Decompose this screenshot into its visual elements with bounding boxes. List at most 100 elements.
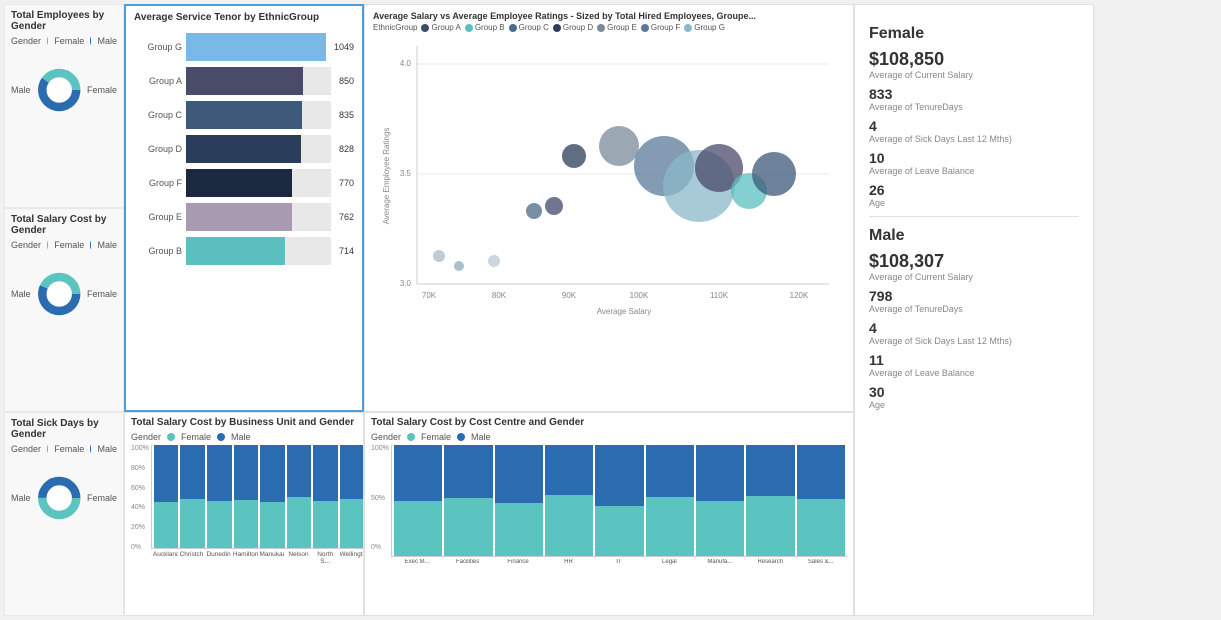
bu-bar-0-male <box>154 445 179 502</box>
bar-fill-groupg <box>186 33 326 61</box>
donut-svg-2 <box>35 254 83 334</box>
bar-label-groupd: Group D <box>134 144 182 154</box>
male-tenure-label: Average of TenureDays <box>869 304 1079 314</box>
cc-y-0: 0% <box>371 544 389 551</box>
bu-x-labels: Auckland Christch... Dunedin Hamilton Ma… <box>151 551 364 565</box>
total-employees-gender-panel: Total Employees by Gender Gender Female … <box>4 4 124 208</box>
male-dot <box>90 37 91 45</box>
bar-label-groupg: Group G <box>134 42 182 52</box>
salary-bu-title: Total Salary Cost by Business Unit and G… <box>131 417 357 428</box>
male-leave-label: Average of Leave Balance <box>869 368 1079 378</box>
male-leave-value: 11 <box>869 352 1079 368</box>
male-section-title: Male <box>869 227 1079 245</box>
female-leave-value: 10 <box>869 150 1079 166</box>
cc-bar-1-female <box>444 498 492 556</box>
bar-fill-groupa <box>186 67 303 95</box>
donut-chart-1: Male Female <box>11 50 117 130</box>
total-salary-legend: Gender Female Male <box>11 240 117 250</box>
cc-bar-3-female <box>545 495 593 556</box>
bu-bar-6-female <box>313 501 338 548</box>
total-sick-days-panel: Total Sick Days by Gender Gender Female … <box>4 412 124 616</box>
total-salary-gender-panel: Total Salary Cost by Gender Gender Femal… <box>4 208 124 412</box>
bar-row-groupe: Group E 762 <box>134 203 354 231</box>
bar-chart-area: Group G 1049 Group A 850 Group C 835 <box>134 33 354 265</box>
bu-x-5: Nelson <box>286 551 311 565</box>
total-employees-legend: Gender Female Male <box>11 36 117 46</box>
cc-bar-1 <box>444 445 492 556</box>
cc-bar-6 <box>696 445 744 556</box>
sick-days-legend: Gender Female Male <box>11 444 117 454</box>
bar-label-groupb: Group B <box>134 246 182 256</box>
bar-row-groupg: Group G 1049 <box>134 33 354 61</box>
male-age-value: 30 <box>869 384 1079 400</box>
groupe-text: Group E <box>607 23 637 32</box>
y-100: 100% <box>131 445 149 452</box>
bar-track-groupg <box>186 33 326 61</box>
bar-value-groupa: 850 <box>339 76 354 86</box>
bar-row-groupb: Group B 714 <box>134 237 354 265</box>
avg-service-tenor-title: Average Service Tenor by EthnicGroup <box>134 12 354 23</box>
bar-label-groupa: Group A <box>134 76 182 86</box>
y-0: 0% <box>131 544 149 551</box>
salary-cost-business-unit-panel: Total Salary Cost by Business Unit and G… <box>124 412 364 616</box>
bu-bar-1 <box>180 445 205 548</box>
cc-female-label: Female <box>421 432 451 442</box>
y-40: 40% <box>131 504 149 511</box>
cc-x-7: Research <box>746 559 794 565</box>
y-axis-label: Average Employee Ratings <box>382 128 391 225</box>
bu-bar-2-male <box>207 445 232 501</box>
salary-male-donut-label: Male <box>11 289 31 299</box>
cc-bar-8-female <box>797 499 845 556</box>
bu-male-dot <box>217 433 225 441</box>
cc-bar-4-female <box>595 506 643 556</box>
groupf-text: Group F <box>651 23 680 32</box>
bu-x-6: North S... <box>313 551 338 565</box>
donut-chart-2: Male Female <box>11 254 117 334</box>
female-section-title: Female <box>869 25 1079 43</box>
scatter-legend-groupc: Group C <box>509 23 549 32</box>
bar-row-groupa: Group A 850 <box>134 67 354 95</box>
cc-y-50: 50% <box>371 495 389 502</box>
y-tick-3: 3.0 <box>400 279 412 288</box>
cc-bars <box>391 445 847 557</box>
bar-value-groupb: 714 <box>339 246 354 256</box>
groupf-dot <box>641 24 649 32</box>
groupc-dot <box>509 24 517 32</box>
groupb-dot <box>465 24 473 32</box>
cc-y-labels: 0% 50% 100% <box>371 445 391 551</box>
bar-track-groupd <box>186 135 331 163</box>
groupa-dot <box>421 24 429 32</box>
bu-bar-6-male <box>313 445 338 501</box>
bar-fill-groupf <box>186 169 292 197</box>
cc-bar-1-male <box>444 445 492 498</box>
x-tick-120k: 120K <box>790 291 809 300</box>
bu-bar-5-male <box>287 445 312 497</box>
bubble-4 <box>526 203 542 219</box>
bar-fill-groupe <box>186 203 292 231</box>
bar-value-groupf: 770 <box>339 178 354 188</box>
cc-legend-label: Gender <box>371 432 401 442</box>
cc-bar-2-male <box>495 445 543 503</box>
cc-y-100: 100% <box>371 445 389 452</box>
cc-chart-area: 0% 50% 100% <box>371 445 847 565</box>
bar-track-groupa <box>186 67 331 95</box>
cc-bar-8-male <box>797 445 845 499</box>
bu-y-labels: 0% 20% 40% 60% 80% 100% <box>131 445 151 551</box>
female-tenure-value: 833 <box>869 86 1079 102</box>
cc-x-1: Facilities <box>443 559 491 565</box>
cc-male-dot <box>457 433 465 441</box>
salary-cost-centre-panel: Total Salary Cost by Cost Centre and Gen… <box>364 412 854 616</box>
bu-bars <box>151 445 364 549</box>
dashboard: Total Employees by Gender Gender Female … <box>0 0 1221 620</box>
male-label: Male <box>97 36 117 46</box>
cc-female-dot <box>407 433 415 441</box>
cc-bar-0-female <box>394 501 442 557</box>
scatter-legend-label: EthnicGroup <box>373 23 417 32</box>
donut-svg-1 <box>35 50 83 130</box>
scatter-legend: EthnicGroup Group A Group B Group C Grou… <box>373 23 845 32</box>
groupd-text: Group D <box>563 23 593 32</box>
cc-x-labels: Exec M... Facilities Finance HR IT Legal… <box>391 559 847 565</box>
cc-bar-5 <box>646 445 694 556</box>
female-salary-value: $108,850 <box>869 49 1079 70</box>
groupb-text: Group B <box>475 23 505 32</box>
